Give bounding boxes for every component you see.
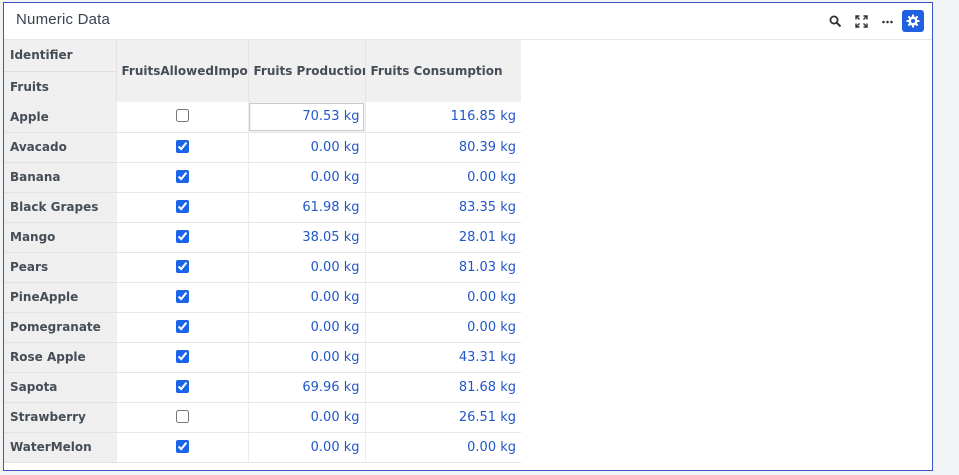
row-header-fruit[interactable]: PineApple [4, 282, 116, 313]
table-row: Sapota 69.96 kg 81.68 kg [4, 372, 521, 403]
widget-title: Numeric Data [16, 11, 111, 28]
more-icon[interactable] [876, 10, 898, 32]
allowed-import-cell [115, 132, 248, 163]
allowed-import-cell [115, 252, 248, 283]
allowed-import-cell [115, 192, 248, 223]
row-header-fruit[interactable]: Apple [4, 102, 116, 133]
consumption-cell[interactable]: 26.51 kg [364, 402, 521, 433]
row-header-fruit[interactable]: Banana [4, 162, 116, 193]
allowed-import-cell [115, 432, 248, 463]
widget-toolbar [820, 10, 924, 32]
production-cell[interactable]: 0.00 kg [247, 282, 365, 313]
production-cell[interactable]: 38.05 kg [247, 222, 365, 253]
row-header-fruit[interactable]: Pomegranate [4, 312, 116, 343]
row-header-fruit[interactable]: Mango [4, 222, 116, 253]
allowed-import-checkbox[interactable] [175, 229, 189, 243]
production-cell[interactable]: 0.00 kg [247, 132, 365, 163]
row-header-fruit[interactable]: Rose Apple [4, 342, 116, 373]
production-cell[interactable]: 69.96 kg [247, 372, 365, 403]
production-cell[interactable]: 0.00 kg [247, 402, 365, 433]
production-cell[interactable]: 0.00 kg [247, 432, 365, 463]
consumption-cell[interactable]: 116.85 kg [364, 102, 521, 133]
table-row: Banana 0.00 kg 0.00 kg [4, 162, 521, 193]
production-cell[interactable]: 70.53 kg [247, 102, 365, 133]
allowed-import-cell [115, 372, 248, 403]
allowed-import-checkbox[interactable] [175, 439, 189, 453]
table-row: WaterMelon 0.00 kg 0.00 kg [4, 432, 521, 463]
search-icon[interactable] [824, 10, 846, 32]
column-header-allowed-import[interactable]: FruitsAllowedImport [115, 40, 248, 102]
row-header-fruit[interactable]: WaterMelon [4, 432, 116, 463]
row-header-fruit[interactable]: Black Grapes [4, 192, 116, 223]
table-row: Rose Apple 0.00 kg 43.31 kg [4, 342, 521, 373]
production-cell[interactable]: 0.00 kg [247, 162, 365, 193]
allowed-import-cell [115, 102, 248, 133]
allowed-import-checkbox[interactable] [175, 259, 189, 273]
numeric-data-widget: Numeric Data Identifier FruitsAllowedImp… [3, 2, 933, 471]
consumption-cell[interactable]: 83.35 kg [364, 192, 521, 223]
grid-body: Apple 70.53 kg 116.85 kg Avacado 0.00 kg 80.3… [4, 102, 521, 463]
allowed-import-checkbox[interactable] [175, 169, 189, 183]
consumption-cell[interactable]: 0.00 kg [364, 312, 521, 343]
production-cell[interactable]: 61.98 kg [247, 192, 365, 223]
widget-header: Numeric Data [4, 3, 932, 40]
allowed-import-cell [115, 282, 248, 313]
allowed-import-checkbox[interactable] [175, 199, 189, 213]
allowed-import-cell [115, 222, 248, 253]
consumption-cell[interactable]: 0.00 kg [364, 282, 521, 313]
table-row: Pears 0.00 kg 81.03 kg [4, 252, 521, 283]
row-header-fruit[interactable]: Strawberry [4, 402, 116, 433]
table-row: Apple 70.53 kg 116.85 kg [4, 102, 521, 133]
table-row: Strawberry 0.00 kg 26.51 kg [4, 402, 521, 433]
consumption-cell[interactable]: 80.39 kg [364, 132, 521, 163]
row-header-fruit[interactable]: Avacado [4, 132, 116, 163]
table-row: Mango 38.05 kg 28.01 kg [4, 222, 521, 253]
grid-header-row: Identifier FruitsAllowedImport Fruits Pr… [4, 40, 521, 102]
allowed-import-checkbox[interactable] [175, 379, 189, 393]
table-row: Pomegranate 0.00 kg 0.00 kg [4, 312, 521, 343]
column-header-consumption[interactable]: Fruits Consumption [364, 40, 521, 102]
allowed-import-checkbox[interactable] [175, 319, 189, 333]
allowed-import-checkbox[interactable] [175, 289, 189, 303]
row-header-label: Identifier [4, 40, 116, 72]
column-header-production[interactable]: Fruits Production [247, 40, 365, 102]
allowed-import-cell [115, 402, 248, 433]
consumption-cell[interactable]: 0.00 kg [364, 162, 521, 193]
allowed-import-cell [115, 312, 248, 343]
consumption-cell[interactable]: 81.03 kg [364, 252, 521, 283]
table-row: PineApple 0.00 kg 0.00 kg [4, 282, 521, 313]
consumption-cell[interactable]: 0.00 kg [364, 432, 521, 463]
production-cell[interactable]: 0.00 kg [247, 342, 365, 373]
production-cell[interactable]: 0.00 kg [247, 312, 365, 343]
allowed-import-checkbox[interactable] [175, 109, 189, 123]
table-row: Black Grapes 61.98 kg 83.35 kg [4, 192, 521, 223]
allowed-import-cell [115, 342, 248, 373]
table-row: Avacado 0.00 kg 80.39 kg [4, 132, 521, 163]
allowed-import-cell [115, 162, 248, 193]
row-dimension-label: Fruits [4, 71, 116, 102]
allowed-import-checkbox[interactable] [175, 349, 189, 363]
production-cell[interactable]: 0.00 kg [247, 252, 365, 283]
data-grid: Identifier FruitsAllowedImport Fruits Pr… [4, 40, 521, 463]
row-header-fruit[interactable]: Pears [4, 252, 116, 283]
expand-icon[interactable] [850, 10, 872, 32]
row-header-fruit[interactable]: Sapota [4, 372, 116, 403]
consumption-cell[interactable]: 28.01 kg [364, 222, 521, 253]
consumption-cell[interactable]: 43.31 kg [364, 342, 521, 373]
allowed-import-checkbox[interactable] [175, 409, 189, 423]
settings-icon[interactable] [902, 10, 924, 32]
consumption-cell[interactable]: 81.68 kg [364, 372, 521, 403]
allowed-import-checkbox[interactable] [175, 139, 189, 153]
